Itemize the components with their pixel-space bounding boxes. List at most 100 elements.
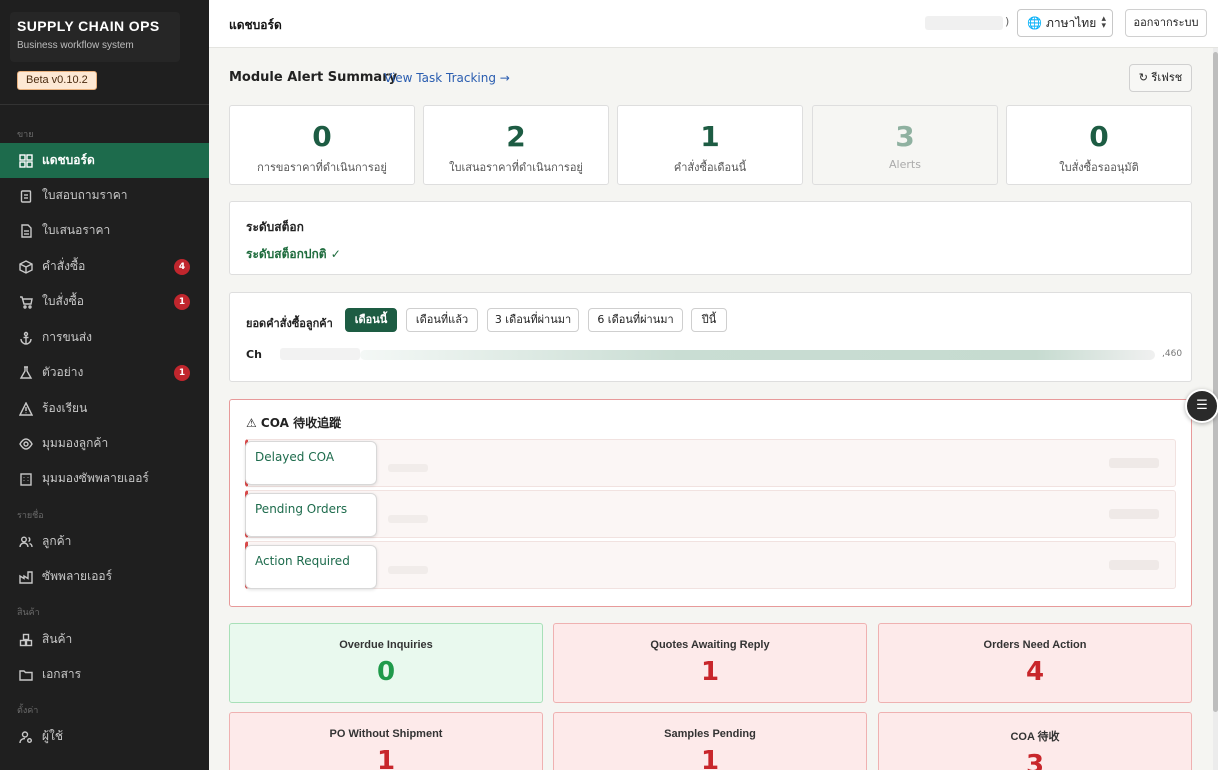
stat-card-active-quotes[interactable]: 2 ใบเสนอราคาที่ดำเนินการอยู่	[423, 105, 609, 185]
sidebar-item-label: แดชบอร์ด	[42, 153, 95, 167]
redacted-text	[388, 515, 428, 523]
customer-name-label: Ch	[246, 348, 262, 361]
sidebar-item-complaints[interactable]: ร้องเรียน	[0, 391, 209, 426]
sidebar-item-inquiries[interactable]: ใบสอบถามราคา	[0, 178, 209, 213]
sidebar-item-orders[interactable]: คำสั่งซื้อ 4	[0, 249, 209, 284]
purchase-orders-count-badge: 1	[174, 293, 190, 310]
stat-card-alerts[interactable]: 3 Alerts	[812, 105, 998, 185]
sidebar-item-products[interactable]: สินค้า	[0, 622, 209, 657]
anchor-icon	[19, 331, 33, 345]
stat-label: ใบสั่งซื้อรออนุมัติ	[1059, 161, 1139, 174]
kpi-coa-pending[interactable]: COA 待收 3	[878, 712, 1192, 770]
user-role-suffix: )	[1005, 15, 1010, 28]
building-icon	[19, 472, 33, 486]
factory-icon	[19, 570, 33, 584]
eye-icon	[19, 437, 33, 451]
sidebar-item-label: ใบสอบถามราคา	[42, 188, 128, 202]
boxes-icon	[19, 633, 33, 647]
sidebar-item-label: ลูกค้า	[42, 534, 72, 548]
sidebar-item-label: มุมมองซัพพลายเออร์	[42, 471, 149, 485]
kpi-value: 3	[1025, 750, 1045, 770]
range-3-months-button[interactable]: 3 เดือนที่ผ่านมา	[487, 308, 579, 332]
stat-card-active-inquiries[interactable]: 0 การขอราคาที่ดำเนินการอยู่	[229, 105, 415, 185]
kpi-quotes-awaiting-reply[interactable]: Quotes Awaiting Reply 1	[553, 623, 867, 703]
clipboard-icon	[19, 189, 33, 203]
sidebar-item-supplier-view[interactable]: มุมมองซัพพลายเออร์	[0, 461, 209, 496]
refresh-button[interactable]: ↻ รีเฟรช	[1129, 64, 1192, 92]
sidebar-item-label: คำสั่งซื้อ	[42, 259, 86, 273]
stat-card-orders-this-month[interactable]: 1 คำสั่งซื้อเดือนนี้	[617, 105, 803, 185]
top-header: แดชบอร์ด ) 🌐 ภาษาไทย ▴ ▾ ออกจากระบบ	[209, 0, 1218, 48]
redacted-text	[388, 566, 428, 574]
user-name-redacted	[925, 16, 1003, 30]
range-last-month-button[interactable]: เดือนที่แล้ว	[406, 308, 478, 332]
kpi-value: 1	[700, 657, 720, 687]
sidebar-item-quotes[interactable]: ใบเสนอราคา	[0, 213, 209, 248]
sidebar-item-customers[interactable]: ลูกค้า	[0, 524, 209, 559]
sidebar-item-users[interactable]: ผู้ใช้	[0, 719, 209, 754]
module-alert-title: Module Alert Summary	[229, 70, 398, 85]
coa-row[interactable]	[245, 541, 1176, 589]
coa-tooltip-pending: Pending Orders	[245, 493, 377, 537]
main-content: Module Alert Summary View Task Tracking …	[209, 48, 1209, 770]
section-label-settings: ตั้งค่า	[17, 706, 39, 716]
sidebar-item-label: ซัพพลายเออร์	[42, 569, 113, 583]
cart-icon	[19, 295, 33, 309]
coa-row[interactable]	[245, 490, 1176, 538]
user-gear-icon	[19, 730, 33, 744]
section-label-products: สินค้า	[17, 608, 40, 618]
document-icon	[19, 223, 33, 238]
coa-row[interactable]	[245, 439, 1176, 487]
kpi-orders-need-action[interactable]: Orders Need Action 4	[878, 623, 1192, 703]
brand-subtitle: Business workflow system	[17, 40, 134, 51]
stat-label: คำสั่งซื้อเดือนนี้	[673, 161, 747, 174]
customer-order-value: ,460	[1162, 349, 1183, 359]
sidebar-item-shipping[interactable]: การขนส่ง	[0, 320, 209, 355]
sidebar-item-label: เอกสาร	[42, 667, 82, 681]
brand-block[interactable]: SUPPLY CHAIN OPS Business workflow syste…	[10, 12, 180, 62]
globe-icon: 🌐	[1027, 16, 1042, 30]
sidebar-item-customer-view[interactable]: มุมมองลูกค้า	[0, 426, 209, 461]
logout-button[interactable]: ออกจากระบบ	[1125, 9, 1207, 37]
redacted-text	[1109, 509, 1159, 519]
dashboard-icon	[19, 153, 33, 168]
stat-label: Alerts	[889, 158, 921, 171]
language-select[interactable]: 🌐 ภาษาไทย ▴ ▾	[1017, 9, 1113, 37]
stat-label: ใบเสนอราคาที่ดำเนินการอยู่	[449, 161, 583, 174]
kpi-label: PO Without Shipment	[329, 728, 443, 740]
sidebar-item-suppliers[interactable]: ซัพพลายเออร์	[0, 559, 209, 594]
redacted-text	[388, 464, 428, 472]
customer-order-bar	[360, 350, 1155, 360]
kpi-po-without-shipment[interactable]: PO Without Shipment 1	[229, 712, 543, 770]
sidebar-item-purchase-orders[interactable]: ใบสั่งซื้อ 1	[0, 284, 209, 319]
customer-orders-title: ยอดคำสั่งซื้อลูกค้า	[246, 317, 333, 330]
redacted-text	[1109, 458, 1159, 468]
page-scrollbar-thumb[interactable]	[1213, 52, 1218, 712]
language-select-value: ภาษาไทย	[1045, 15, 1097, 30]
stat-value: 0	[1089, 120, 1109, 153]
range-this-year-button[interactable]: ปีนี้	[691, 308, 727, 332]
brand-title: SUPPLY CHAIN OPS	[17, 18, 160, 34]
section-label-contacts: รายชื่อ	[17, 511, 44, 521]
stat-card-po-pending-approval[interactable]: 0 ใบสั่งซื้อรออนุมัติ	[1006, 105, 1192, 185]
sidebar-item-label: สินค้า	[42, 632, 73, 646]
task-list-floating-button[interactable]: ☰	[1185, 389, 1218, 423]
kpi-value: 4	[1025, 657, 1045, 687]
kpi-label: Samples Pending	[664, 728, 756, 740]
list-settings-icon: ☰	[1196, 398, 1208, 413]
sidebar-item-samples[interactable]: ตัวอย่าง 1	[0, 355, 209, 390]
sidebar-item-documents[interactable]: เอกสาร	[0, 657, 209, 692]
coa-tracking-title: ⚠ COA 待收追蹤	[246, 416, 342, 430]
box-icon	[19, 259, 33, 274]
sidebar-item-label: การขนส่ง	[42, 330, 93, 344]
sidebar-item-dashboard[interactable]: แดชบอร์ด	[0, 143, 209, 178]
redacted-text	[1109, 560, 1159, 570]
range-6-months-button[interactable]: 6 เดือนที่ผ่านมา	[588, 308, 683, 332]
section-label-sales: ขาย	[17, 130, 34, 140]
range-this-month-button[interactable]: เดือนนี้	[345, 308, 397, 332]
view-task-tracking-link[interactable]: View Task Tracking →	[384, 71, 510, 85]
kpi-overdue-inquiries[interactable]: Overdue Inquiries 0	[229, 623, 543, 703]
kpi-samples-pending[interactable]: Samples Pending 1	[553, 712, 867, 770]
coa-tooltip-delayed: Delayed COA	[245, 441, 377, 485]
page-title: แดชบอร์ด	[229, 18, 282, 32]
